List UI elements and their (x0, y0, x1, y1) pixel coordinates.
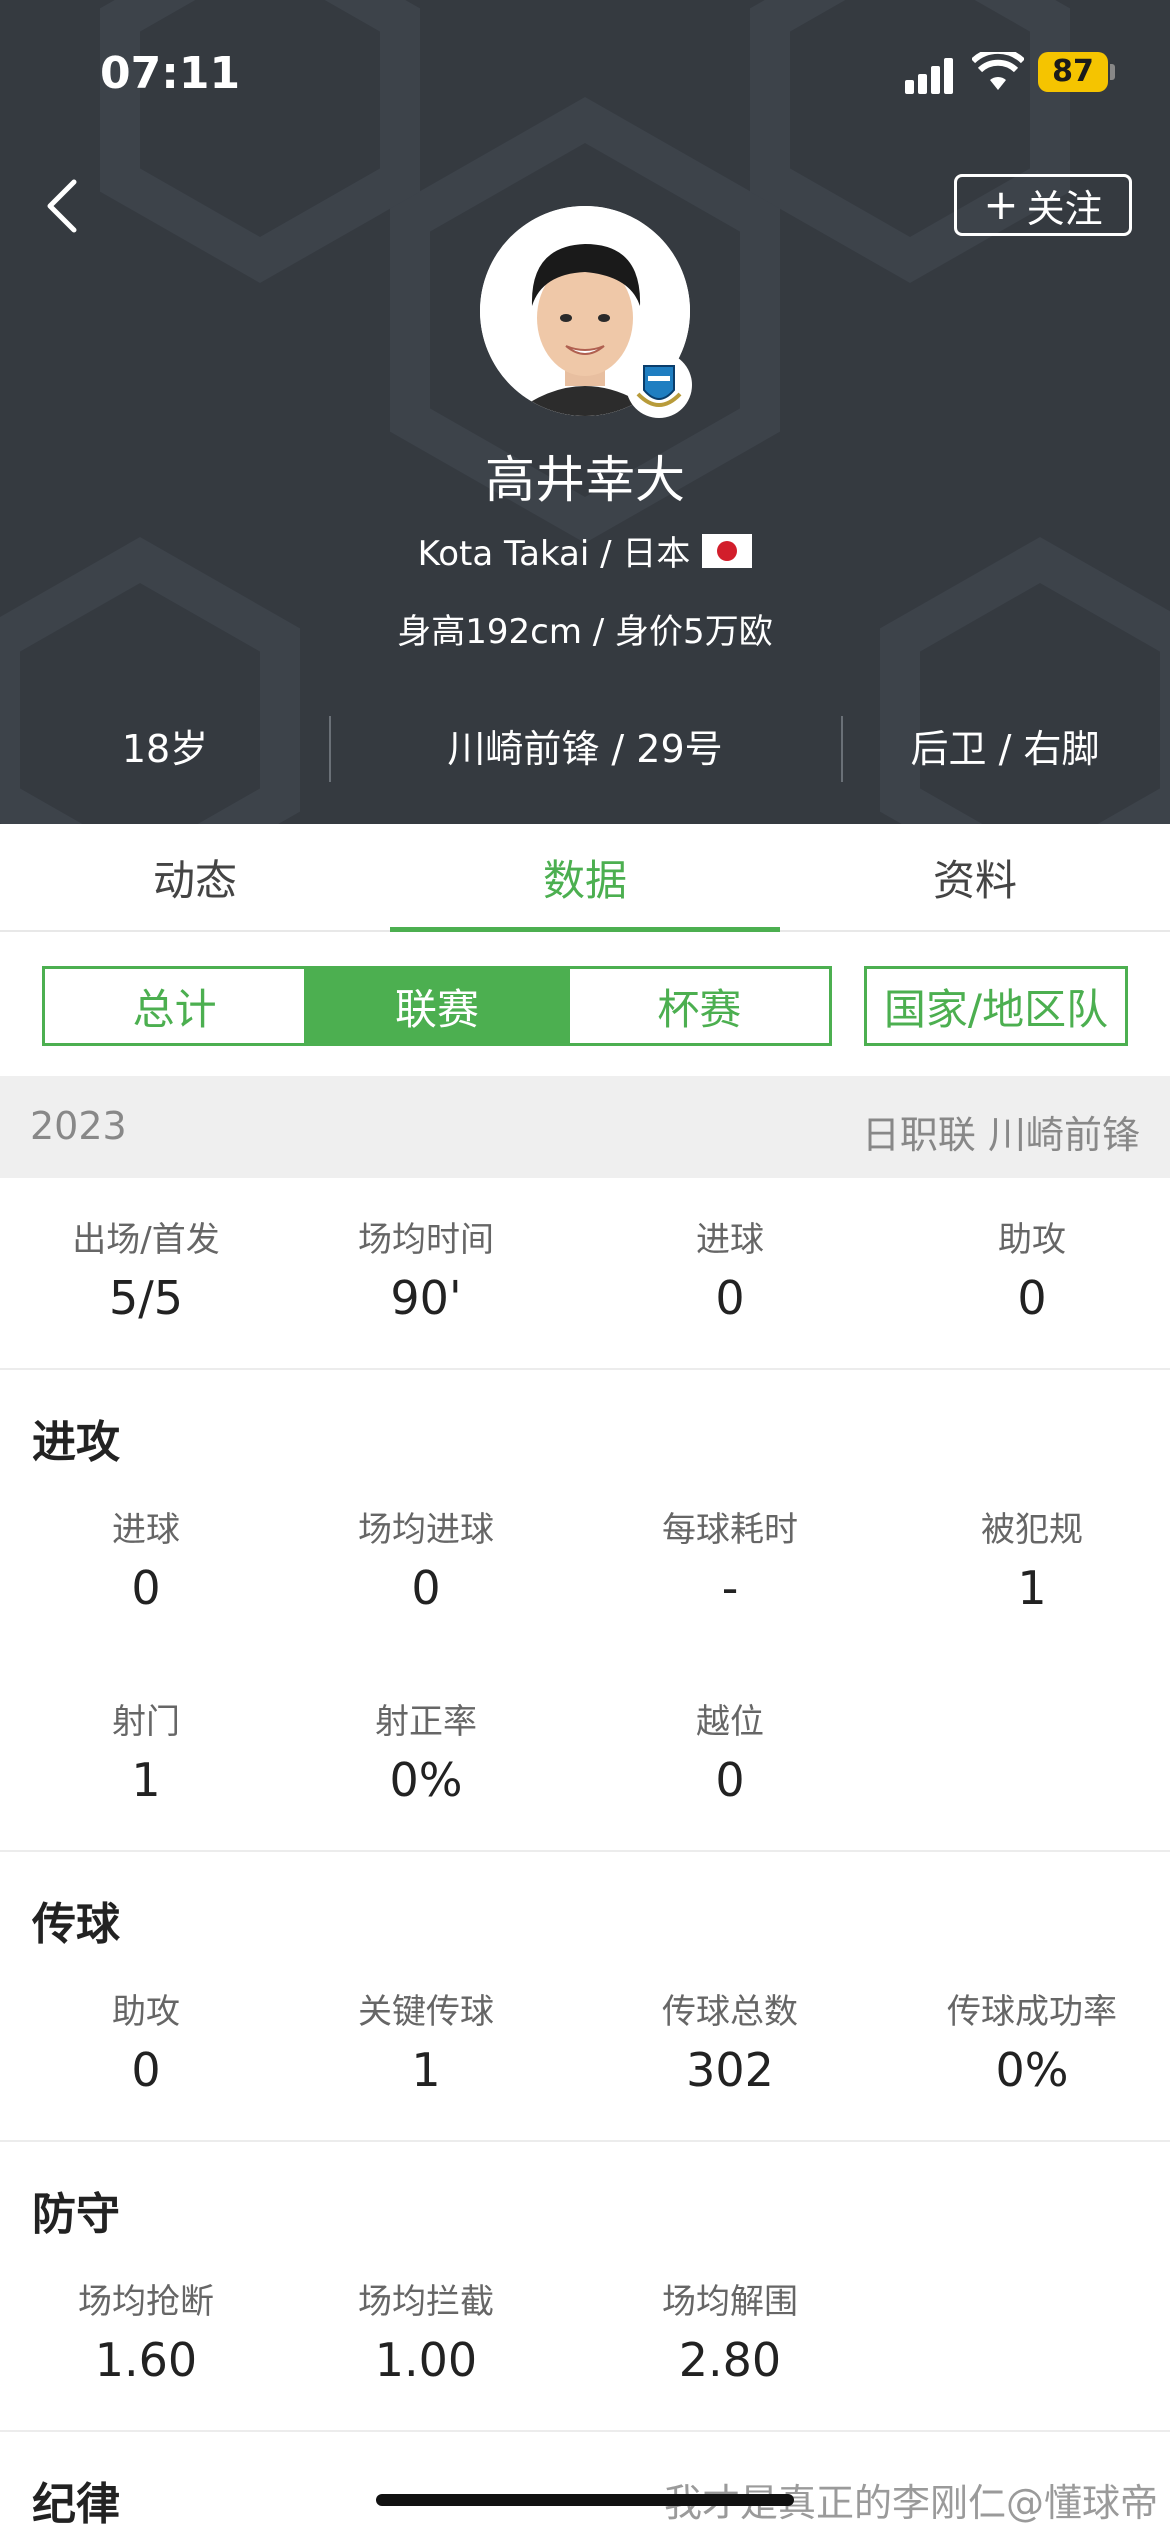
stat-cell: 场均抢断 1.60 (0, 2280, 292, 2392)
divider (841, 716, 843, 782)
stat-cell: 场均进球 0 (280, 1508, 572, 1620)
stat-value: 0 (131, 1561, 161, 1615)
stat-cell: 场均解围 2.80 (584, 2280, 876, 2392)
back-arrow-icon[interactable] (36, 176, 96, 236)
competition-segment: 总计 联赛 杯赛 (42, 966, 832, 1046)
segment-league[interactable]: 联赛 (304, 969, 567, 1043)
stat-cell: 助攻 0 (0, 1990, 292, 2102)
follow-label: 关注 (1026, 186, 1103, 231)
plus-icon: + (983, 180, 1019, 229)
season-league: 日职联 川崎前锋 (861, 1113, 1140, 1157)
stat-value: 1.60 (94, 2333, 198, 2387)
japan-flag-icon (702, 533, 753, 568)
stat-label: 助攻 (998, 1220, 1066, 1260)
stat-cell: 射门 1 (0, 1700, 292, 1812)
stat-value: - (721, 1561, 739, 1615)
stat-value: 0 (715, 1271, 745, 1325)
home-indicator[interactable] (376, 2494, 794, 2506)
stat-label: 关键传球 (358, 1992, 494, 2032)
stat-cell: 传球成功率 0% (886, 1990, 1170, 2102)
stat-goals: 进球 0 (584, 1218, 876, 1330)
stat-value: 2.80 (678, 2333, 782, 2387)
stat-label: 传球成功率 (947, 1992, 1117, 2032)
stat-value: 1 (1017, 1561, 1047, 1615)
stat-value: 1 (411, 2043, 441, 2097)
section-title-attack: 进攻 (32, 1417, 120, 1468)
status-time: 07:11 (100, 48, 241, 99)
stat-value: 302 (686, 2043, 774, 2097)
stat-label: 传球总数 (662, 1992, 798, 2032)
tab-data[interactable]: 数据 (390, 824, 780, 932)
stat-label: 助攻 (112, 1992, 180, 2032)
stat-label: 场均时间 (358, 1220, 494, 1260)
stat-value: 5/5 (108, 1271, 184, 1325)
national-team-button[interactable]: 国家/地区队 (864, 966, 1128, 1046)
stat-label: 射门 (112, 1702, 180, 1742)
stat-appearances: 出场/首发 5/5 (0, 1218, 292, 1330)
stat-value: 0 (1017, 1271, 1047, 1325)
stat-value: 1.00 (374, 2333, 478, 2387)
stat-cell: 进球 0 (0, 1508, 292, 1620)
club-badge-icon (626, 352, 692, 418)
stat-cell: 场均拦截 1.00 (280, 2280, 572, 2392)
stat-cell: 关键传球 1 (280, 1990, 572, 2102)
stat-label: 场均进球 (358, 1510, 494, 1550)
stat-avg-minutes: 场均时间 90' (280, 1218, 572, 1330)
stat-label: 场均抢断 (78, 2282, 214, 2322)
segment-cup[interactable]: 杯赛 (566, 969, 829, 1043)
divider (0, 1850, 1170, 1852)
divider (0, 2430, 1170, 2432)
section-title-passing: 传球 (32, 1899, 120, 1950)
wifi-icon (972, 52, 1024, 90)
tab-news[interactable]: 动态 (0, 824, 390, 930)
player-position-foot: 后卫 / 右脚 (910, 726, 1100, 771)
stat-value: 0% (995, 2043, 1069, 2097)
stat-value: 0% (389, 1753, 463, 1807)
stat-label: 场均拦截 (358, 2282, 494, 2322)
divider (329, 716, 331, 782)
cellular-signal-icon (905, 58, 955, 94)
stat-cell: 射正率 0% (280, 1700, 572, 1812)
player-en-nation: Kota Takai / 日本 (0, 526, 1170, 575)
tab-profile[interactable]: 资料 (780, 824, 1170, 930)
segment-total[interactable]: 总计 (45, 969, 304, 1043)
season-year: 2023 (30, 1104, 127, 1148)
stat-value: 0 (131, 2043, 161, 2097)
stat-value: 90' (390, 1271, 462, 1325)
main-tabs: 动态 数据 资料 (0, 824, 1170, 932)
player-info-row: 18岁 川崎前锋 / 29号 后卫 / 右脚 (0, 710, 1170, 780)
season-bar[interactable]: 2023 日职联 川崎前锋 (0, 1076, 1170, 1178)
player-age: 18岁 (121, 726, 209, 771)
stat-assists: 助攻 0 (886, 1218, 1170, 1330)
stat-label: 出场/首发 (72, 1220, 220, 1260)
player-header: 07:11 87 + 关注 高井幸大 Kota Takai / 日本 身高192… (0, 0, 1170, 824)
section-title-defense: 防守 (32, 2189, 120, 2240)
stat-label: 射正率 (375, 1702, 477, 1742)
divider (0, 1368, 1170, 1370)
stat-label: 进球 (696, 1220, 764, 1260)
stat-cell: 每球耗时 - (584, 1508, 876, 1620)
battery-icon (1110, 64, 1115, 80)
battery-level: 87 (1038, 52, 1108, 92)
section-title-discipline: 纪律 (32, 2479, 120, 2530)
player-name: 高井幸大 (485, 451, 685, 509)
stat-value: 1 (131, 1753, 161, 1807)
player-height-value: 身高192cm / 身价5万欧 (397, 612, 773, 652)
divider (0, 2140, 1170, 2142)
stat-label: 被犯规 (981, 1510, 1083, 1550)
stat-label: 每球耗时 (662, 1510, 798, 1550)
stat-label: 场均解围 (662, 2282, 798, 2322)
en-name-nation: Kota Takai / 日本 (417, 534, 691, 574)
stat-cell: 被犯规 1 (886, 1508, 1170, 1620)
stat-label: 越位 (696, 1702, 764, 1742)
stat-cell: 越位 0 (584, 1700, 876, 1812)
player-club-number: 川崎前锋 / 29号 (447, 726, 723, 771)
stat-value: 0 (715, 1753, 745, 1807)
stat-value: 0 (411, 1561, 441, 1615)
follow-button[interactable]: + 关注 (954, 174, 1132, 236)
stat-cell: 传球总数 302 (584, 1990, 876, 2102)
stat-label: 进球 (112, 1510, 180, 1550)
